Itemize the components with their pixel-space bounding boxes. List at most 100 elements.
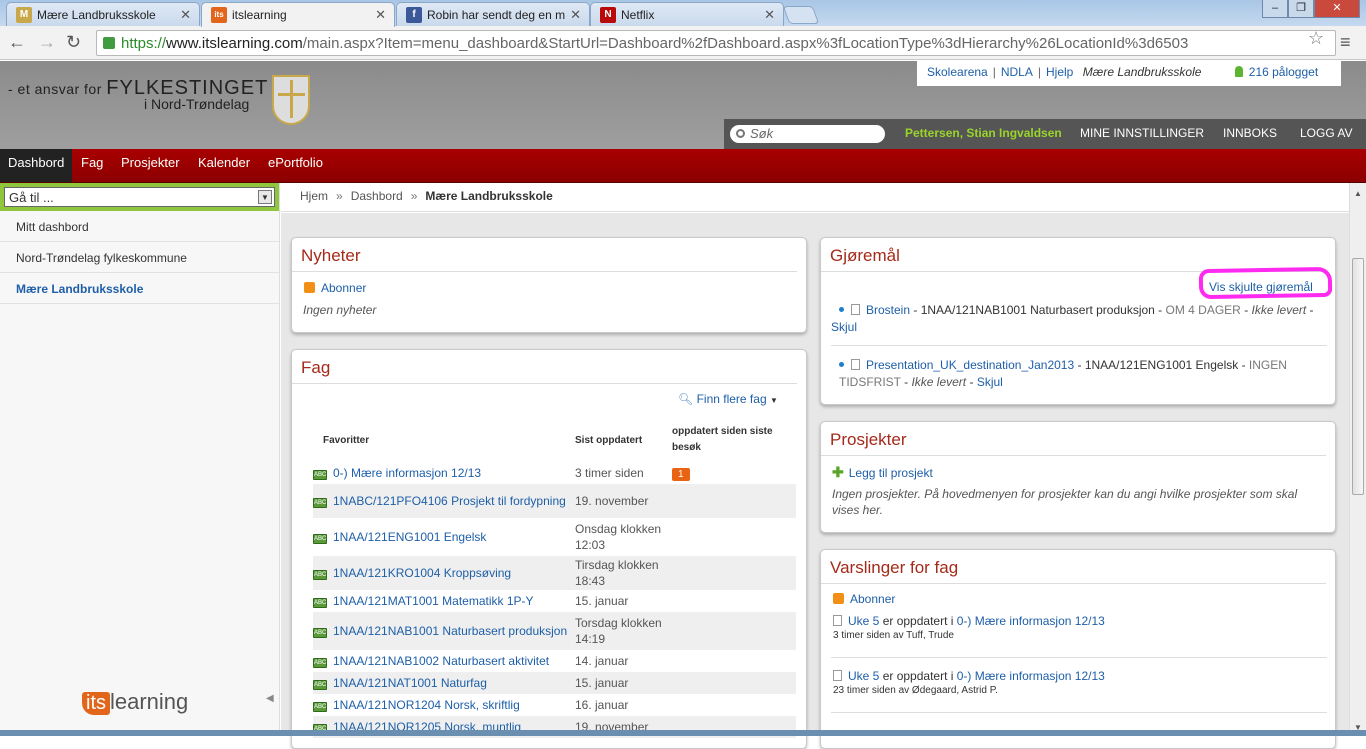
scroll-up-icon[interactable]: ▲	[1354, 189, 1362, 198]
new-tab-button[interactable]	[782, 6, 820, 24]
course-link[interactable]: 1NAA/121NAB1002 Naturbasert aktivitet	[333, 654, 549, 668]
help-link[interactable]: Hjelp	[1046, 65, 1073, 79]
fag-row: ABC 1NAA/121KRO1004 Kroppsøving Tirsdag kl…	[313, 556, 796, 590]
tab-maere[interactable]: M Mære Landbruksskole ✕	[6, 2, 200, 26]
online-count-link[interactable]: 216 pålogget	[1249, 65, 1318, 79]
menu-icon[interactable]: ≡	[1340, 32, 1351, 53]
tab-facebook[interactable]: f Robin har sendt deg en m ✕	[396, 2, 590, 26]
inbox-link[interactable]: INNBOKS	[1223, 126, 1277, 140]
add-project-link[interactable]: Legg til prosjekt	[849, 466, 933, 480]
update-count-badge[interactable]: 1	[672, 467, 690, 481]
fylkestinget-logo[interactable]: - et ansvar for FYLKESTINGET i Nord-Trøn…	[8, 77, 268, 112]
tab-title: Netflix	[621, 8, 655, 22]
collapse-sidebar-icon[interactable]: ◀	[266, 693, 274, 704]
main-nav: Dashbord Fag Prosjekter Kalender ePortfo…	[0, 149, 1366, 183]
fag-updated-cell: 15. januar	[575, 672, 672, 694]
forward-icon[interactable]: →	[38, 32, 56, 53]
reload-icon[interactable]: ↻	[66, 32, 81, 53]
fag-badge-cell	[672, 612, 796, 650]
course-link[interactable]: 1NAA/121ENG1001 Engelsk	[333, 530, 486, 544]
course-icon: ABC	[313, 628, 327, 638]
ndla-link[interactable]: NDLA	[1001, 65, 1033, 79]
url-path: /main.aspx?Item=menu_dashboard&StartUrl=…	[302, 35, 1189, 52]
gjoremal-box: Gjøremål Vis skjulte gjøremål Brostein -…	[820, 237, 1336, 405]
breadcrumb-current: Mære Landbruksskole	[425, 189, 553, 203]
fag-row: ABC 1NAA/121NAB1001 Naturbasert produksjo…	[313, 612, 796, 650]
breadcrumb-dashbord[interactable]: Dashbord	[351, 189, 403, 203]
divider	[831, 712, 1327, 713]
varslinger-subscribe-link[interactable]: Abonner	[850, 592, 895, 606]
close-tab-icon[interactable]: ✕	[180, 7, 191, 23]
fag-row: ABC 1NAA/121NOR1204 Norsk, skriftlig 16. j…	[313, 694, 796, 716]
nav-kalender[interactable]: Kalender	[190, 149, 258, 182]
task-link[interactable]: Presentation_UK_destination_Jan2013	[866, 358, 1074, 372]
course-link[interactable]: 1NAA/121MAT1001 Matematikk 1P-Y	[333, 594, 534, 608]
goto-select[interactable]: Gå til ... ▼	[4, 187, 275, 207]
search-icon: 🔍︎	[678, 392, 694, 406]
course-link[interactable]: 1NAA/121KRO1004 Kroppsøving	[333, 566, 511, 580]
skolearena-link[interactable]: Skolearena	[927, 65, 988, 79]
task-item: Presentation_UK_destination_Jan2013 - 1N…	[839, 358, 1287, 389]
fag-row: ABC 1NAA/121NAB1002 Naturbasert aktivitet…	[313, 650, 796, 672]
bookmark-star-icon[interactable]: ☆	[1308, 28, 1324, 49]
task-link[interactable]: Brostein	[866, 303, 910, 317]
course-link[interactable]: 1NAA/121NAT1001 Naturfag	[333, 676, 487, 690]
col-updated: Sist oppdatert	[575, 434, 643, 446]
nav-eportfolio[interactable]: ePortfolio	[260, 149, 331, 182]
scroll-thumb[interactable]	[1352, 258, 1364, 495]
url-host: www.itslearning.com	[166, 35, 303, 52]
tab-itslearning[interactable]: its itslearning ✕	[201, 2, 395, 27]
hide-task-link[interactable]: Skjul	[977, 375, 1003, 389]
sidebar-item-maere[interactable]: Mære Landbruksskole	[0, 273, 279, 304]
course-icon: ABC	[313, 680, 327, 690]
course-icon: ABC	[313, 702, 327, 712]
url-input[interactable]: https://www.itslearning.com/main.aspx?It…	[96, 30, 1336, 56]
close-tab-icon[interactable]: ✕	[764, 7, 775, 23]
itslearning-favicon-icon: its	[211, 7, 227, 23]
search-input[interactable]: Søk	[730, 125, 885, 143]
user-name-link[interactable]: Pettersen, Stian Ingvaldsen	[905, 126, 1062, 140]
varslinger-title: Varslinger for fag	[821, 550, 1326, 584]
course-link[interactable]: 1NAA/121NOR1204 Norsk, skriftlig	[333, 698, 520, 712]
course-link[interactable]: 0-) Mære informasjon 12/13	[333, 466, 481, 480]
course-icon: ABC	[313, 658, 327, 668]
fag-badge-cell	[672, 518, 796, 556]
find-more-fag-link[interactable]: Finn flere fag	[697, 392, 767, 406]
school-name: Mære Landbruksskole	[1082, 65, 1202, 79]
maximize-icon[interactable]: ❐	[1288, 0, 1314, 18]
course-link[interactable]: 0-) Mære informasjon 12/13	[957, 669, 1105, 683]
close-tab-icon[interactable]: ✕	[570, 7, 581, 23]
breadcrumb-hjem[interactable]: Hjem	[300, 189, 328, 203]
dropdown-arrow-icon[interactable]: ▼	[258, 190, 272, 204]
task-course: - 1NAA/121NAB1001 Naturbasert produksjon…	[910, 303, 1166, 317]
back-icon[interactable]: ←	[8, 32, 26, 53]
logout-link[interactable]: LOGG AV	[1300, 126, 1352, 140]
sidebar-item-fylkeskommune[interactable]: Nord-Trøndelag fylkeskommune	[0, 242, 279, 273]
nav-prosjekter[interactable]: Prosjekter	[113, 149, 188, 182]
close-tab-icon[interactable]: ✕	[375, 7, 386, 23]
itslearning-logo: its learning	[82, 689, 188, 715]
vertical-scrollbar[interactable]: ▲ ▼	[1349, 183, 1366, 736]
tab-netflix[interactable]: N Netflix ✕	[590, 2, 784, 26]
sidebar-item-mitt-dashbord[interactable]: Mitt dashbord	[0, 211, 279, 242]
breadcrumb: Hjem» Dashbord» Mære Landbruksskole	[281, 183, 1349, 212]
course-link[interactable]: 0-) Mære informasjon 12/13	[957, 614, 1105, 628]
nyheter-empty: Ingen nyheter	[303, 303, 377, 317]
settings-link[interactable]: MINE INNSTILLINGER	[1080, 126, 1204, 140]
page-link[interactable]: Uke 5	[848, 669, 879, 683]
fag-title: Fag	[292, 350, 797, 384]
nyheter-subscribe-link[interactable]: Abonner	[321, 281, 366, 295]
page-link[interactable]: Uke 5	[848, 614, 879, 628]
nav-dashbord[interactable]: Dashbord	[0, 149, 73, 182]
hide-task-link[interactable]: Skjul	[831, 320, 857, 334]
minimize-icon[interactable]: –	[1262, 0, 1288, 18]
task-status: Ikke levert	[1251, 303, 1307, 317]
prosjekter-empty: Ingen prosjekter. På hovedmenyen for pro…	[832, 487, 1298, 517]
fag-updated-cell: Tirsdag klokken 18:43	[575, 556, 672, 590]
course-link[interactable]: 1NAA/121NAB1001 Naturbasert produksjon	[333, 624, 567, 638]
fag-badge-cell	[672, 556, 796, 590]
nav-fag[interactable]: Fag	[73, 149, 111, 182]
task-due: OM 4 DAGER	[1165, 303, 1241, 317]
course-link[interactable]: 1NABC/121PFO4106 Prosjekt til fordypning	[333, 494, 566, 508]
close-window-icon[interactable]: ✕	[1314, 0, 1360, 18]
